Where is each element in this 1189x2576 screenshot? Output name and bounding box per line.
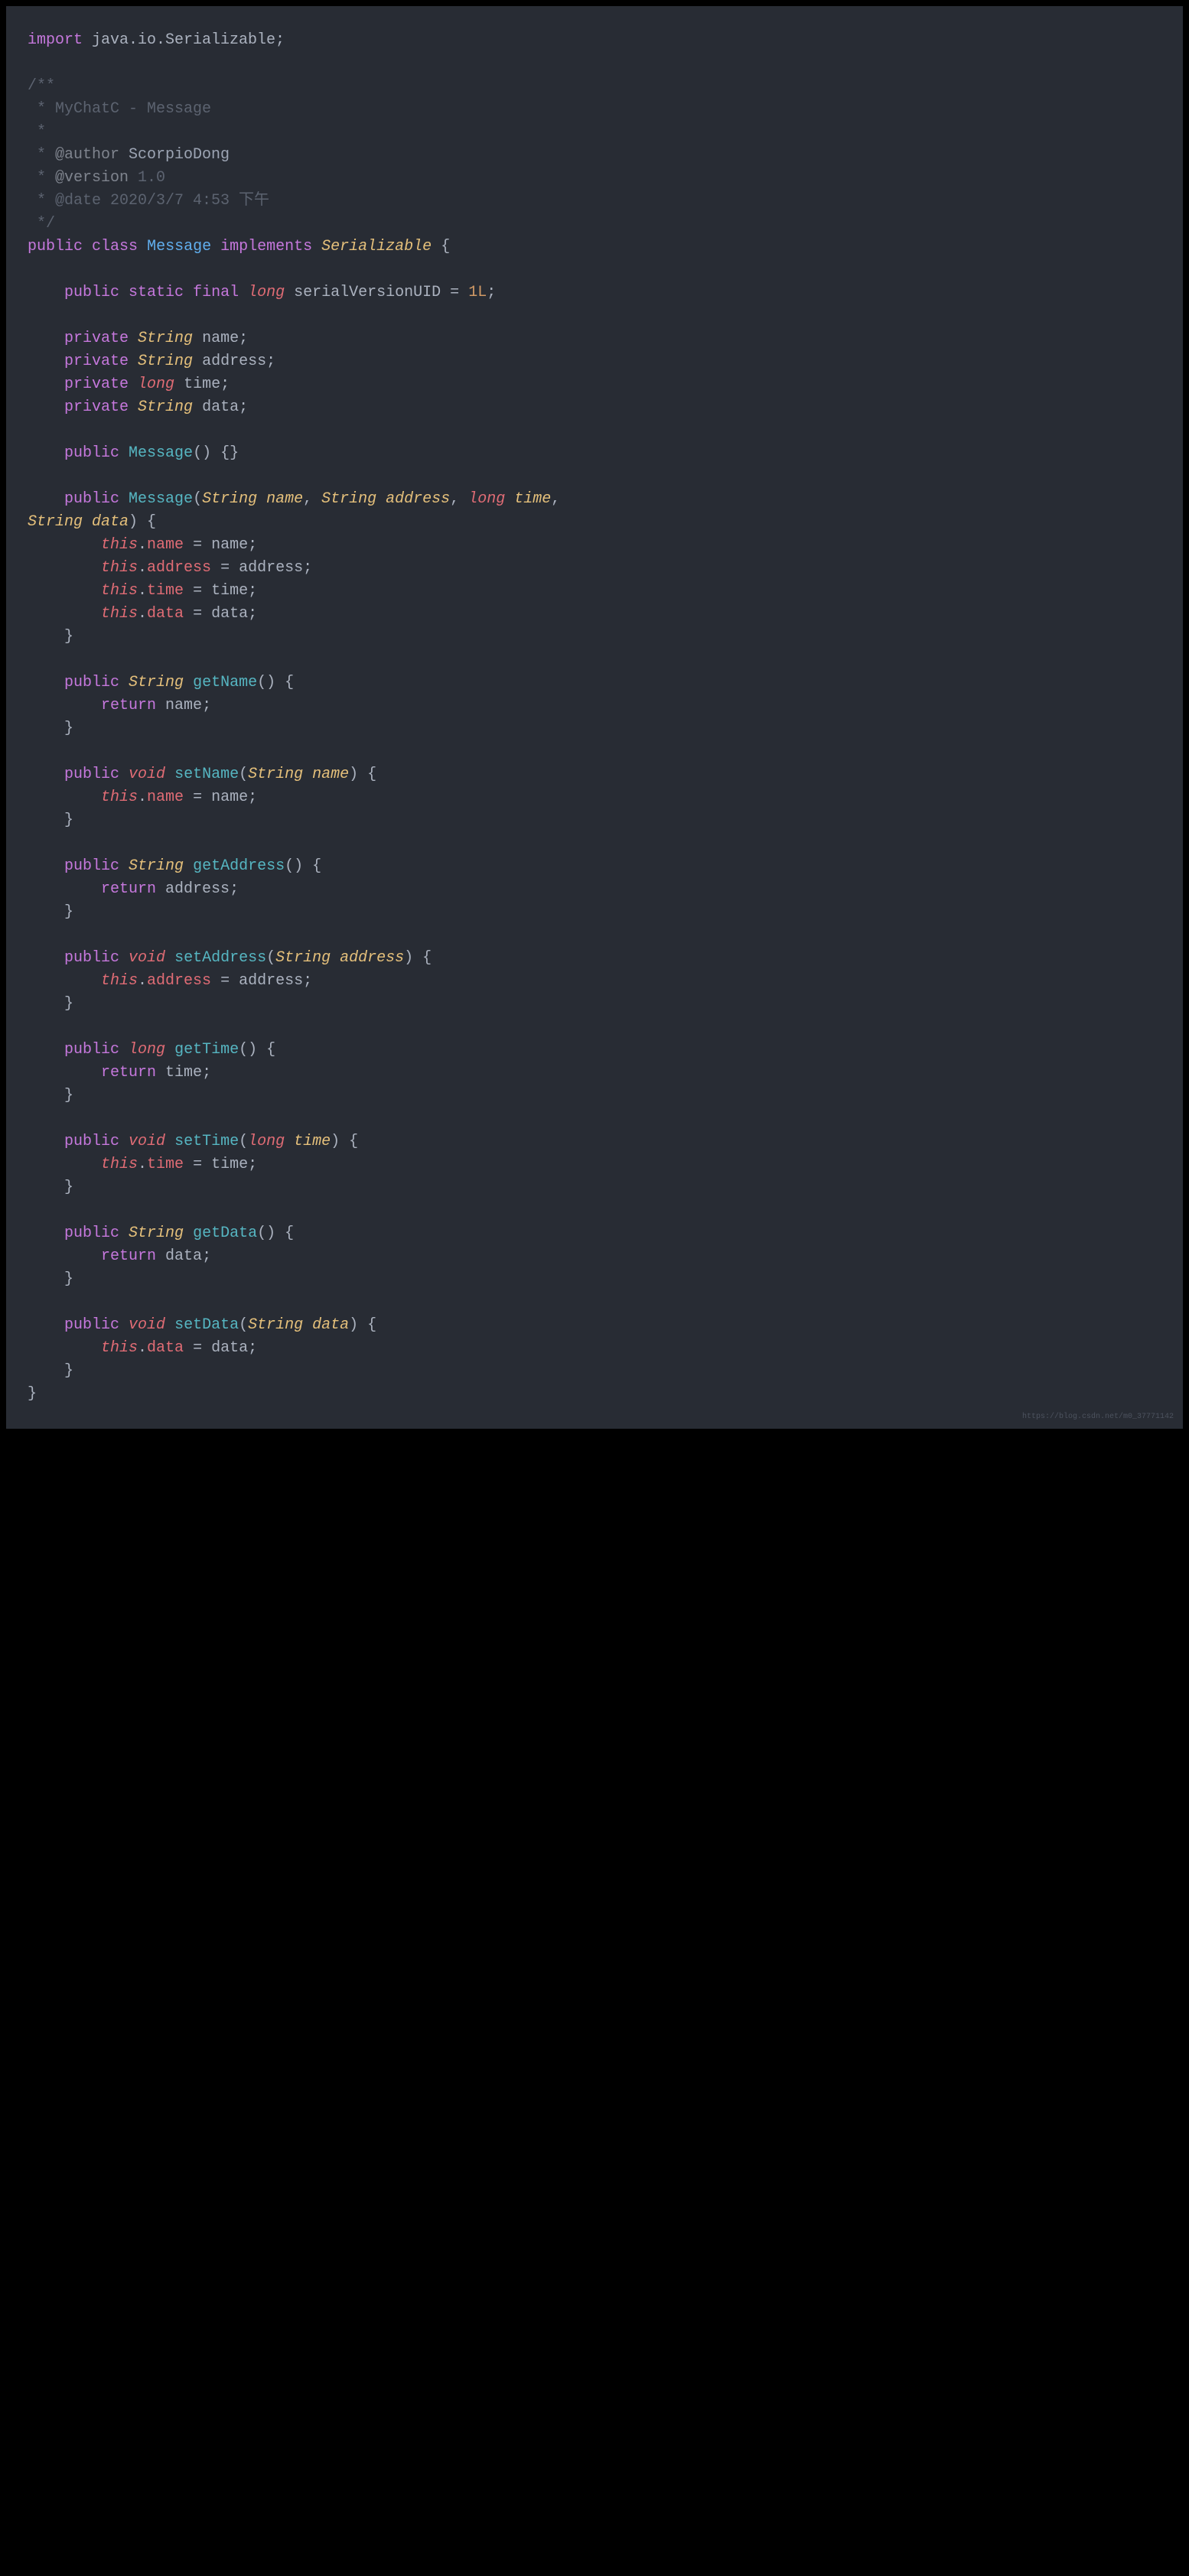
watermark: https://blog.csdn.net/m0_37771142 bbox=[1022, 1411, 1174, 1423]
field-serialVersionUID: serialVersionUID bbox=[294, 284, 441, 301]
javadoc-version-val: 1.0 bbox=[129, 169, 165, 187]
method-setData: setData bbox=[174, 1316, 239, 1334]
keyword-private: private bbox=[64, 353, 129, 370]
javadoc-close: */ bbox=[28, 215, 55, 233]
method-setTime: setTime bbox=[174, 1133, 239, 1150]
type-long: long bbox=[248, 284, 285, 301]
keyword-private: private bbox=[64, 376, 129, 393]
param-data: data bbox=[92, 513, 129, 531]
keyword-final: final bbox=[193, 284, 239, 301]
method-getName: getName bbox=[193, 674, 257, 691]
keyword-public: public bbox=[28, 238, 83, 255]
javadoc-line: * MyChatC - Message bbox=[28, 100, 211, 118]
constructor: Message bbox=[129, 444, 193, 462]
javadoc-author-name: ScorpioDong bbox=[119, 146, 230, 164]
method-setName: setName bbox=[174, 766, 239, 783]
type-serializable: Serializable bbox=[321, 238, 432, 255]
method-getTime: getTime bbox=[174, 1041, 239, 1059]
keyword-import: import bbox=[28, 31, 83, 49]
type-long: long bbox=[138, 376, 174, 393]
keyword-implements: implements bbox=[220, 238, 312, 255]
keyword-static: static bbox=[129, 284, 184, 301]
javadoc-line: * bbox=[28, 169, 55, 187]
keyword-public: public bbox=[64, 284, 119, 301]
constructor: Message bbox=[129, 490, 193, 508]
method-setAddress: setAddress bbox=[174, 949, 266, 967]
method-getAddress: getAddress bbox=[193, 857, 285, 875]
keyword-class: class bbox=[92, 238, 138, 255]
keyword-public: public bbox=[64, 444, 119, 462]
code-block: import java.io.Serializable; /** * MyCha… bbox=[0, 0, 1189, 1435]
method-getData: getData bbox=[193, 1225, 257, 1242]
javadoc-author-tag: @author bbox=[55, 146, 119, 164]
literal-1L: 1L bbox=[468, 284, 487, 301]
javadoc-version-tag: @version bbox=[55, 169, 129, 187]
import-package: java.io.Serializable; bbox=[83, 31, 285, 49]
type-string: String bbox=[138, 353, 193, 370]
param-time: time bbox=[514, 490, 551, 508]
field-data: data bbox=[202, 398, 239, 416]
param-address: address bbox=[386, 490, 450, 508]
type-string: String bbox=[138, 330, 193, 347]
field-time: time bbox=[184, 376, 220, 393]
javadoc-open: /** bbox=[28, 77, 55, 95]
param-name: name bbox=[266, 490, 303, 508]
javadoc-date: * @date 2020/3/7 4:53 下午 bbox=[28, 192, 269, 210]
type-string: String bbox=[138, 398, 193, 416]
keyword-private: private bbox=[64, 330, 129, 347]
field-address: address bbox=[202, 353, 266, 370]
field-name: name bbox=[202, 330, 239, 347]
class-name: Message bbox=[147, 238, 211, 255]
keyword-private: private bbox=[64, 398, 129, 416]
javadoc-line: * bbox=[28, 123, 46, 141]
javadoc-line: * bbox=[28, 146, 55, 164]
keyword-public: public bbox=[64, 490, 119, 508]
